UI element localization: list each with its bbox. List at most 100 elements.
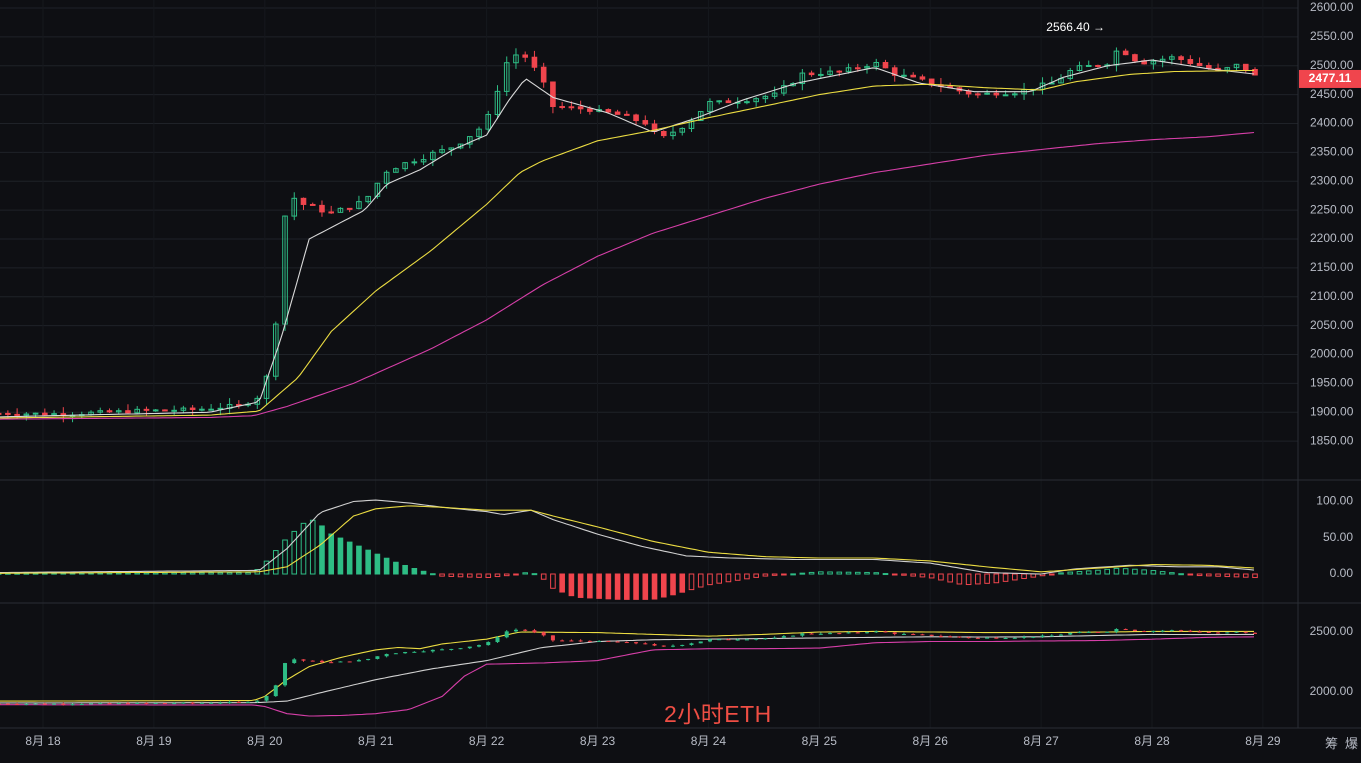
band-candle-body: [569, 640, 574, 642]
macd-histogram-bar: [744, 573, 750, 580]
candle-body: [1132, 54, 1138, 62]
band-candle-body: [199, 702, 204, 704]
band-candle-body: [467, 646, 472, 649]
macd-histogram-bar: [1104, 568, 1110, 575]
candle-body: [1187, 58, 1194, 64]
band-candle-body: [172, 703, 177, 705]
band-candle-body: [791, 635, 796, 637]
band-candle-body: [1225, 632, 1230, 634]
macd-histogram-bar: [171, 572, 177, 575]
band-candle-body: [440, 649, 445, 651]
macd-histogram-bar: [1058, 572, 1064, 575]
price-axis-label: 2100.00: [1310, 289, 1354, 303]
moving-average-line: [0, 131, 1255, 420]
macd-histogram-bar: [947, 573, 953, 583]
liquidation-toggle-button[interactable]: 爆: [1345, 733, 1358, 752]
candle-body: [660, 130, 667, 137]
price-axis-label: 2150.00: [1310, 260, 1354, 274]
candle-body: [854, 67, 861, 70]
band-candle-body: [458, 648, 463, 650]
band-candle-body: [671, 645, 676, 647]
macd-histogram-bar: [236, 572, 242, 575]
candle-body: [346, 207, 353, 210]
band-candle-body: [938, 635, 943, 637]
macd-histogram-bar: [383, 557, 390, 575]
band-candle-body: [975, 637, 980, 639]
band-candle-body: [874, 631, 879, 633]
band-candle-body: [61, 703, 66, 705]
macd-axis-label: 100.00: [1316, 494, 1353, 508]
macd-histogram-bar: [420, 570, 427, 575]
band-candle-body: [1188, 630, 1193, 632]
macd-histogram-bar: [1113, 567, 1120, 575]
band-candle-body: [135, 702, 140, 704]
candle-body: [568, 106, 575, 109]
candle-body: [300, 197, 307, 205]
band-candle-body: [1160, 630, 1165, 632]
band-candle-body: [846, 632, 851, 634]
band-candle-body: [1086, 631, 1091, 633]
candle-body: [189, 407, 196, 411]
band-candle-body: [338, 661, 343, 663]
band-candle-body: [1105, 631, 1110, 633]
macd-histogram-bar: [919, 573, 926, 578]
band-candle-body: [550, 635, 555, 641]
candle-body: [1002, 94, 1009, 97]
macd-histogram-bar: [439, 573, 445, 577]
macd-histogram-bar: [670, 573, 676, 596]
band-candle-body: [513, 629, 518, 632]
macd-histogram-bar: [559, 573, 565, 593]
band-candle-body: [615, 641, 620, 643]
macd-histogram-bar: [891, 573, 898, 576]
candle-body: [624, 113, 630, 116]
band-candle-body: [0, 703, 1, 705]
band-candle-body: [929, 634, 934, 636]
macd-histogram-bar: [374, 553, 381, 575]
chart-root[interactable]: 2600.00 2550.00 2500.00 2450.00 2400.00 2350.…: [0, 0, 1361, 758]
candle-body: [309, 203, 316, 206]
candle-body: [919, 76, 926, 80]
chips-toggle-button[interactable]: 筹: [1325, 733, 1338, 752]
band-candle-body: [754, 638, 759, 640]
macd-histogram-bar: [1215, 573, 1221, 577]
band-candle-body: [1059, 634, 1064, 636]
candle-body: [975, 93, 981, 96]
chart-svg[interactable]: 2600.00 2550.00 2500.00 2450.00 2400.00 2350.…: [0, 0, 1361, 758]
band-candle-body: [985, 637, 990, 639]
candle-body: [5, 412, 11, 415]
macd-histogram-bar: [725, 573, 732, 583]
band-candle-body: [1234, 631, 1239, 633]
price-axis-label: 2350.00: [1310, 145, 1354, 159]
band-candle-body: [855, 632, 860, 634]
band-candle-body: [1068, 632, 1073, 635]
candle-body: [1085, 64, 1092, 67]
macd-histogram-bar: [910, 573, 916, 577]
macd-histogram-bar: [1178, 573, 1184, 576]
price-axis-label: 2500.00: [1310, 58, 1354, 72]
macd-histogram-bar: [642, 573, 649, 600]
candle-body: [808, 72, 815, 76]
band-candle-body: [865, 632, 870, 634]
band-candle-body: [209, 702, 214, 704]
macd-histogram-bar: [1159, 571, 1166, 575]
candle-body: [199, 408, 205, 411]
candle-body: [106, 410, 113, 413]
macd-histogram-bar: [180, 572, 187, 575]
candle-body: [550, 81, 556, 108]
date-axis-label: 8月 19: [136, 734, 172, 748]
band-candle-body: [1216, 632, 1221, 634]
band-candle-body: [227, 701, 232, 703]
band-candle-body: [634, 642, 639, 644]
macd-histogram-bar: [1242, 573, 1249, 578]
macd-histogram-bar: [688, 573, 695, 591]
macd-histogram-bar: [771, 573, 778, 576]
macd-histogram-bar: [965, 573, 972, 586]
macd-histogram-bar: [1196, 573, 1203, 577]
band-candle-body: [79, 704, 84, 706]
macd-histogram-bar: [337, 537, 344, 575]
band-candle-body: [162, 703, 167, 705]
macd-histogram-bar: [1048, 573, 1055, 576]
price-axis-label: 2550.00: [1310, 29, 1354, 43]
candle-body: [1095, 64, 1101, 67]
band-candle-body: [948, 636, 953, 638]
